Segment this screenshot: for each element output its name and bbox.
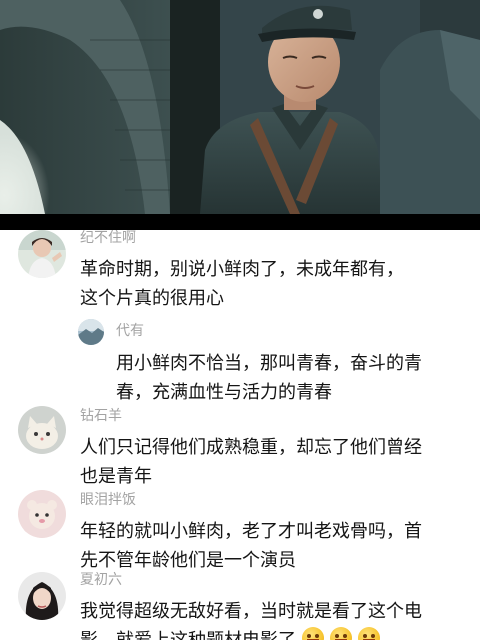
grin-emoji-icon [358,627,380,640]
grin-emoji-icon [330,627,352,640]
reply-text-line: 春，充满血性与活力的青春 [116,382,332,403]
comment-text-line: 年轻的就叫小鲜肉，老了才叫老戏骨吗，首 [80,521,422,542]
reply-text-line: 用小鲜肉不恰当，那叫青春，奋斗的青 [116,353,422,374]
comment-username[interactable]: 夏初六 [80,572,122,588]
grin-emoji-icon [302,627,324,640]
woman-portrait-avatar[interactable] [18,572,66,620]
girl-photo-avatar[interactable] [18,230,66,278]
comment-text-line: 也是青年 [80,466,152,487]
film-still-soldier [0,0,480,214]
reply-username[interactable]: 代有 [116,323,144,339]
comment-text-line: 先不管年龄他们是一个演员 [80,550,296,571]
comment-text-line: 我觉得超级无敌好看，当时就是看了这个电 [80,601,422,622]
cat-photo-avatar[interactable] [18,406,66,454]
comment-username[interactable]: 钻石羊 [80,408,122,424]
comment-text-line: 这个片真的很用心 [80,288,224,309]
comment-list[interactable]: 纪不住啊 革命时期，别说小鲜肉了，未成年都有， 这个片真的很用心 代有 用小鲜肉… [0,230,480,640]
comment-text-line: 革命时期，别说小鲜肉了，未成年都有， [80,259,404,280]
video-frame[interactable] [0,0,480,214]
comment-text-line: 人们只记得他们成熟稳重，却忘了他们曾经 [80,437,422,458]
comment-username[interactable]: 眼泪拌饭 [80,492,136,508]
comment-username[interactable]: 纪不住啊 [80,230,136,246]
comment-text-fragment: 影，就爱上这种题材电影了 [80,630,296,640]
video-bottom-bar [0,214,480,230]
landscape-photo-avatar[interactable] [78,319,104,345]
plush-toy-avatar[interactable] [18,490,66,538]
comment-text-line-with-emojis: 影，就爱上这种题材电影了 [80,627,380,640]
